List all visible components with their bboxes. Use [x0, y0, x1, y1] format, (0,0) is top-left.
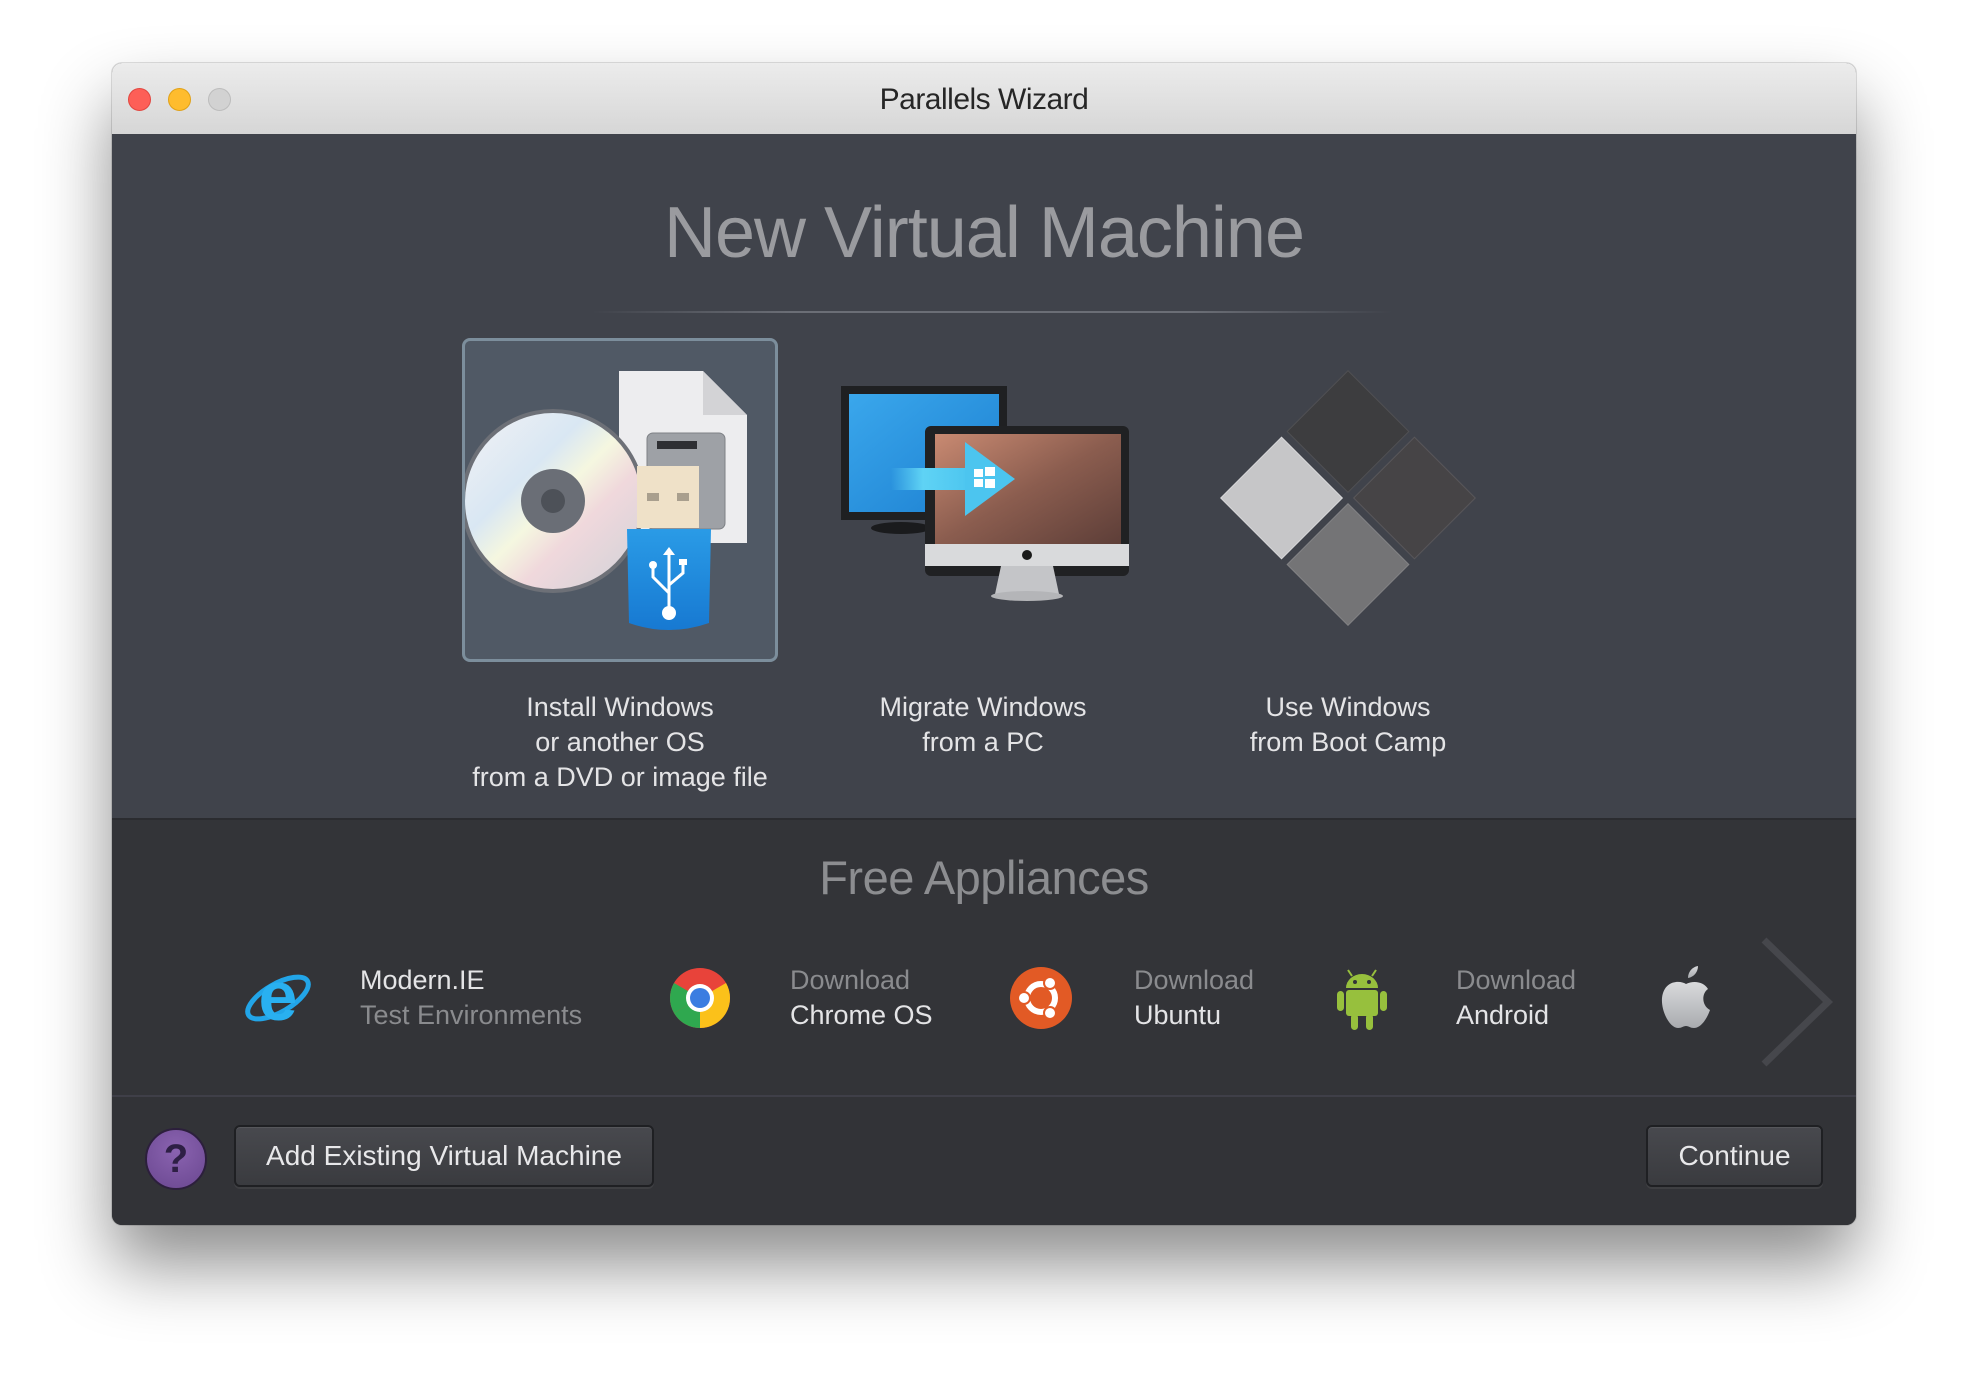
- page-title: New Virtual Machine: [664, 193, 1305, 273]
- option-label: Install Windows or another OS from a DVD…: [472, 692, 768, 792]
- appliance-title: Ubuntu: [1134, 1000, 1222, 1030]
- boot-camp-icon: [1220, 370, 1476, 626]
- new-vm-section: New Virtual Machine Install Windows or a…: [112, 134, 1856, 820]
- parallels-wizard-window: Parallels Wizard New Virtual Machine Ins…: [112, 63, 1856, 1225]
- option-label: Migrate Windows from a PC: [879, 692, 1087, 757]
- appliance-title: Chrome OS: [790, 1000, 933, 1030]
- appliance-chrome-os[interactable]: Download Chrome OS: [664, 958, 933, 1038]
- option-install-windows[interactable]: Install Windows or another OS from a DVD…: [460, 338, 780, 795]
- footer-bar: ? Add Existing Virtual Machine Continue: [112, 1097, 1856, 1225]
- title-divider: [592, 311, 1392, 313]
- dvd-usb-disk-icon: [465, 371, 747, 630]
- option-tile[interactable]: [462, 338, 778, 662]
- appliance-action: Download: [1134, 965, 1255, 995]
- title-bar: Parallels Wizard: [112, 63, 1856, 135]
- appliance-macos[interactable]: [1650, 958, 1722, 1038]
- appliance-title: Android: [1456, 1000, 1550, 1030]
- option-label: Use Windows from Boot Camp: [1249, 692, 1447, 757]
- window-title: Parallels Wizard: [879, 83, 1089, 116]
- option-tile[interactable]: [825, 338, 1141, 662]
- pc-to-mac-migrate-icon: [841, 386, 1129, 601]
- appliance-action: Download: [1456, 965, 1577, 995]
- appliance-ubuntu[interactable]: Download Ubuntu: [1005, 958, 1254, 1038]
- chrome-icon: [664, 962, 736, 1034]
- option-tile[interactable]: [1190, 338, 1506, 662]
- option-boot-camp[interactable]: Use Windows from Boot Camp: [1188, 338, 1508, 760]
- free-appliances-section: Free Appliances e Modern.IE Test Environ…: [112, 820, 1856, 1097]
- internet-explorer-icon: e: [242, 957, 314, 1035]
- svg-text:e: e: [259, 962, 298, 1034]
- appliance-modern-ie[interactable]: e Modern.IE Test Environments: [242, 957, 583, 1038]
- appliance-android[interactable]: Download Android: [1326, 958, 1576, 1038]
- free-appliances-title: Free Appliances: [819, 851, 1149, 904]
- android-icon: [1326, 962, 1398, 1034]
- apple-icon: [1650, 962, 1722, 1034]
- chevron-right-icon[interactable]: [1756, 932, 1836, 1072]
- option-migrate-windows[interactable]: Migrate Windows from a PC: [823, 338, 1143, 760]
- appliance-action: Download: [790, 965, 911, 995]
- continue-button[interactable]: Continue: [1646, 1125, 1823, 1187]
- ubuntu-icon: [1005, 962, 1077, 1034]
- appliance-subtitle: Test Environments: [360, 1000, 583, 1030]
- help-button[interactable]: ?: [145, 1128, 207, 1190]
- appliance-title: Modern.IE: [360, 965, 485, 995]
- add-existing-vm-button[interactable]: Add Existing Virtual Machine: [234, 1125, 654, 1187]
